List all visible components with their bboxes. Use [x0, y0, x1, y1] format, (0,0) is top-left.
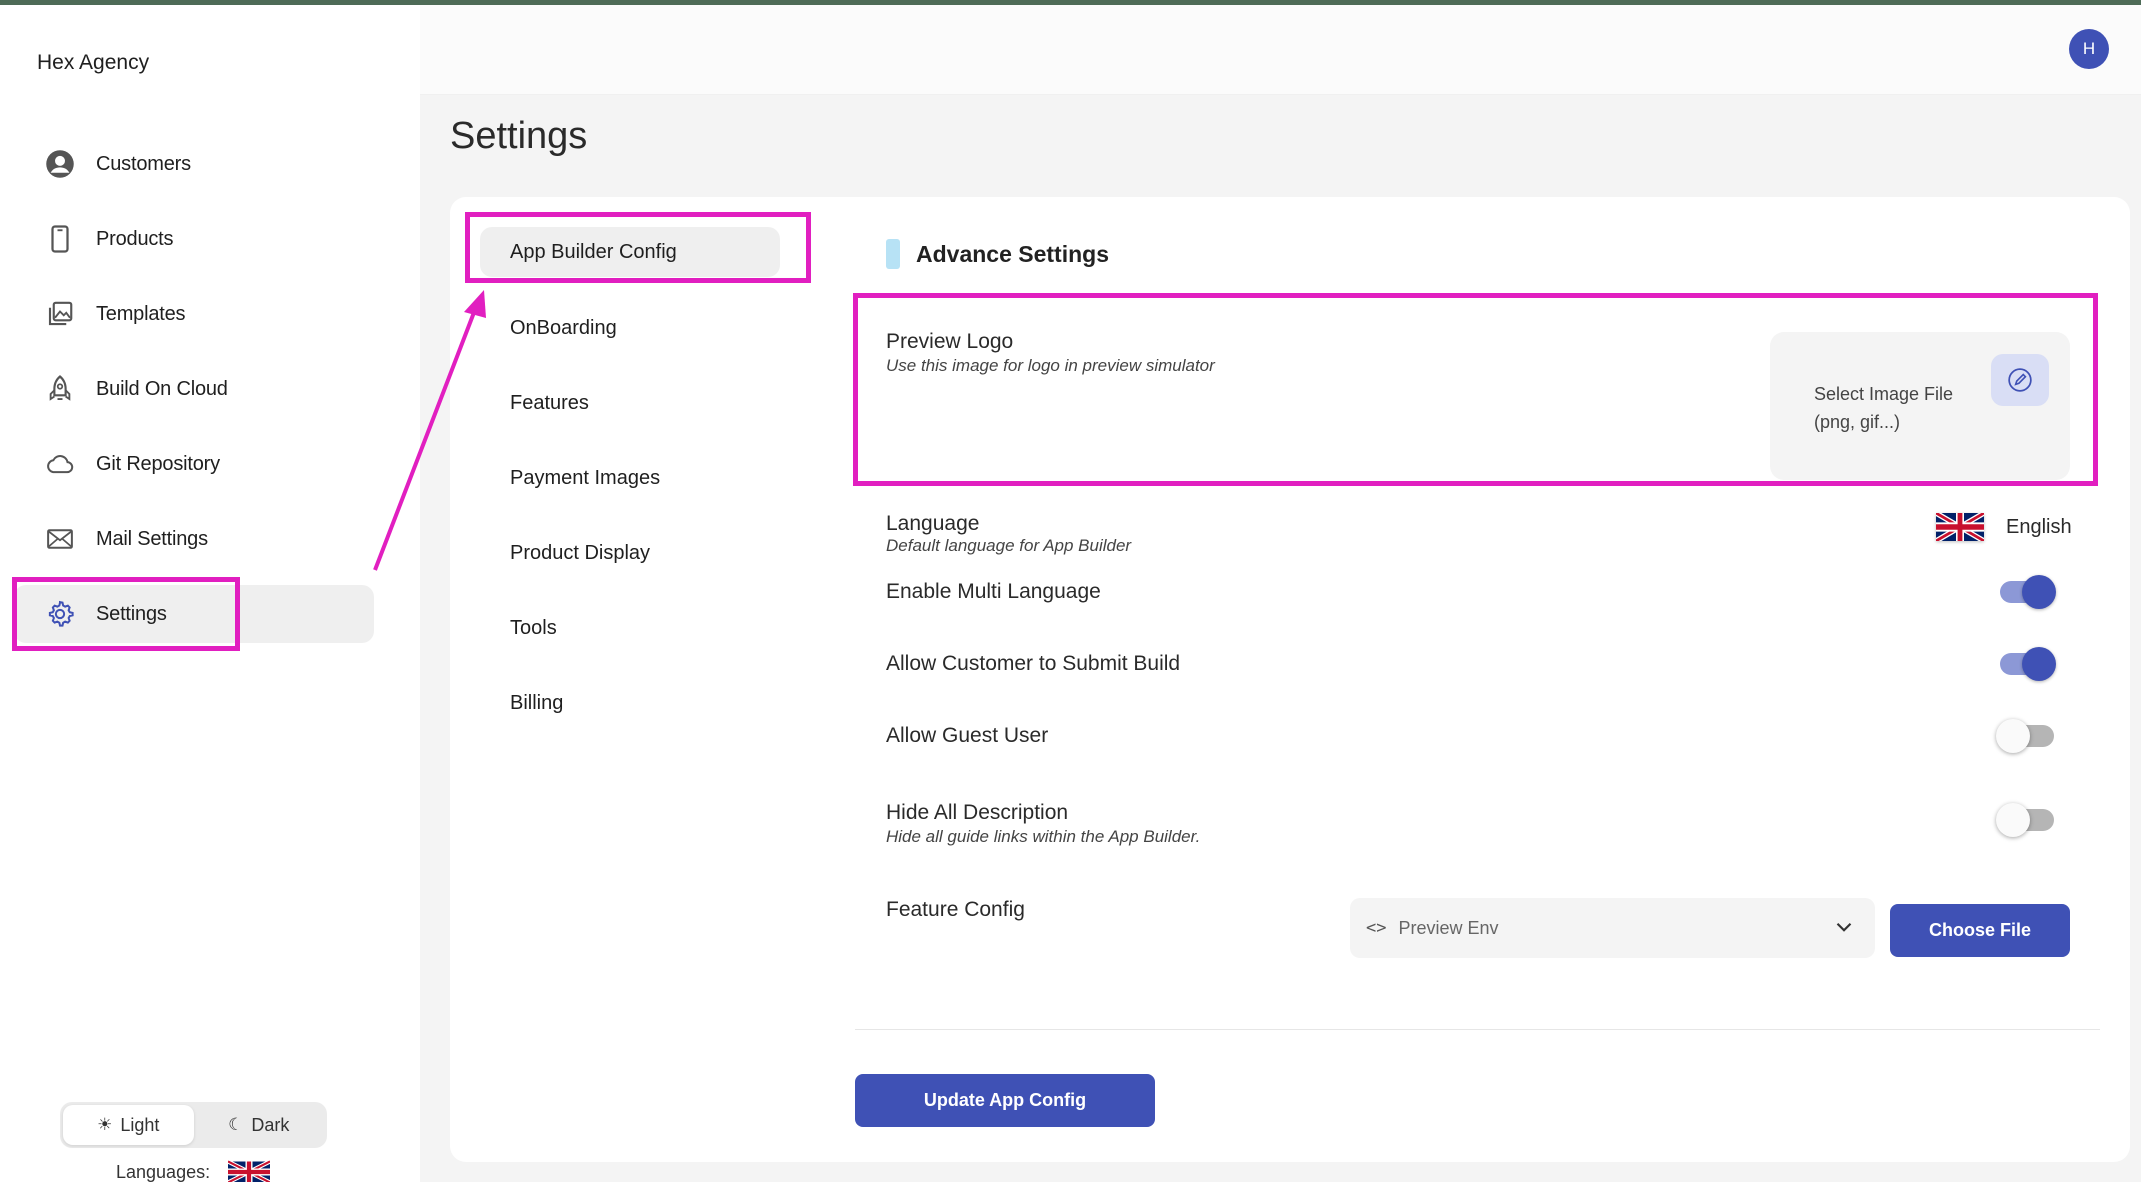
languages-label: Languages: [116, 1161, 211, 1182]
submenu-label: Product Display [510, 541, 651, 564]
sidebar-item-label: Templates [96, 302, 186, 325]
gear-icon [44, 598, 76, 630]
user-circle-icon [44, 148, 76, 180]
sidebar-item-label: Customers [96, 152, 191, 175]
language-select[interactable]: English [1936, 513, 2072, 541]
image-upload-box[interactable]: Select Image File (png, gif...) [1770, 332, 2070, 480]
select-value: Preview Env [1398, 917, 1499, 938]
theme-light-label: Light [120, 1114, 160, 1135]
section-accent-bar [886, 239, 900, 269]
language-value: English [2006, 515, 2072, 538]
theme-dark-button[interactable]: ☾ Dark [194, 1105, 325, 1145]
sidebar-item-products[interactable]: Products [40, 210, 370, 268]
top-header [420, 5, 2141, 95]
section-title-text: Advance Settings [916, 240, 1109, 267]
annotation-arrow [373, 290, 486, 571]
submenu-payment-images[interactable]: Payment Images [480, 453, 780, 503]
submenu-product-display[interactable]: Product Display [480, 528, 780, 578]
hide-description-toggle[interactable] [1996, 803, 2054, 837]
multi-language-label: Enable Multi Language [886, 580, 1101, 603]
submenu-onboarding[interactable]: OnBoarding [480, 303, 780, 353]
cloud-icon [44, 448, 76, 480]
submenu-label: App Builder Config [510, 240, 677, 263]
brand-name: Hex Agency [37, 51, 150, 74]
edit-image-button[interactable] [1991, 354, 2049, 406]
toggle-knob [2022, 575, 2056, 609]
sidebar-item-settings[interactable]: Settings [14, 585, 374, 643]
update-app-config-button[interactable]: Update App Config [855, 1074, 1155, 1127]
sidebar: Hex Agency Customers Products Templates … [0, 5, 420, 1182]
sidebar-item-label: Products [96, 227, 174, 250]
preview-logo-label: Preview Logo [886, 330, 1014, 353]
submenu-label: Tools [510, 616, 557, 639]
section-title: Advance Settings [886, 239, 1109, 269]
sidebar-item-customers[interactable]: Customers [40, 135, 370, 193]
guest-user-toggle[interactable] [1996, 719, 2054, 753]
submit-build-toggle[interactable] [2000, 647, 2056, 681]
hide-description-desc: Hide all guide links within the App Buil… [886, 827, 1201, 846]
uk-flag-icon [1936, 513, 1984, 541]
sidebar-item-label: Git Repository [96, 452, 220, 475]
phone-icon [44, 223, 76, 255]
preview-env-select[interactable]: <> Preview Env [1350, 898, 1875, 958]
sidebar-item-git-repository[interactable]: Git Repository [40, 435, 370, 493]
theme-light-button[interactable]: ☀ Light [63, 1105, 194, 1145]
code-icon: <> [1366, 918, 1387, 938]
submenu-label: Features [510, 391, 589, 414]
multi-language-toggle[interactable] [2000, 575, 2056, 609]
submenu-billing[interactable]: Billing [480, 678, 780, 728]
sun-icon: ☀ [97, 1115, 113, 1134]
sidebar-item-mail-settings[interactable]: Mail Settings [40, 510, 370, 568]
theme-toggle: ☀ Light ☾ Dark [60, 1102, 327, 1148]
feature-config-label: Feature Config [886, 898, 1025, 921]
upload-line-2: (png, gif...) [1814, 412, 1901, 432]
chevron-down-icon [1836, 922, 1852, 932]
submenu-label: Payment Images [510, 466, 661, 489]
toggle-knob [1996, 719, 2030, 753]
sidebar-item-label: Mail Settings [96, 527, 208, 550]
toggle-knob [1996, 803, 2030, 837]
moon-icon: ☾ [228, 1115, 244, 1134]
avatar[interactable]: H [2069, 29, 2109, 69]
guest-user-label: Allow Guest User [886, 724, 1049, 747]
submenu-tools[interactable]: Tools [480, 603, 780, 653]
upload-text: Select Image File (png, gif...) [1814, 380, 1953, 436]
language-label: Language [886, 512, 980, 535]
choose-file-button[interactable]: Choose File [1890, 904, 2070, 957]
images-icon [44, 298, 76, 330]
sidebar-item-label: Settings [96, 602, 167, 625]
edit-icon [2008, 368, 2032, 392]
submenu-label: Billing [510, 691, 564, 714]
divider [855, 1029, 2100, 1030]
submit-build-label: Allow Customer to Submit Build [886, 652, 1181, 675]
uk-flag-icon[interactable] [228, 1160, 271, 1182]
submenu-label: OnBoarding [510, 316, 617, 339]
sidebar-item-templates[interactable]: Templates [40, 285, 370, 343]
hide-description-label: Hide All Description [886, 801, 1069, 824]
page-title: Settings [450, 115, 588, 157]
sidebar-item-build-on-cloud[interactable]: Build On Cloud [40, 360, 370, 418]
submenu-features[interactable]: Features [480, 378, 780, 428]
toggle-knob [2022, 647, 2056, 681]
theme-dark-label: Dark [251, 1114, 290, 1135]
upload-line-1: Select Image File [1814, 384, 1954, 404]
rocket-icon [44, 373, 76, 405]
submenu-app-builder-config[interactable]: App Builder Config [480, 227, 780, 277]
envelope-icon [44, 523, 76, 555]
languages-row: Languages: [116, 1160, 271, 1182]
preview-logo-desc: Use this image for logo in preview simul… [886, 356, 1215, 375]
language-desc: Default language for App Builder [886, 536, 1132, 555]
sidebar-item-label: Build On Cloud [96, 377, 228, 400]
